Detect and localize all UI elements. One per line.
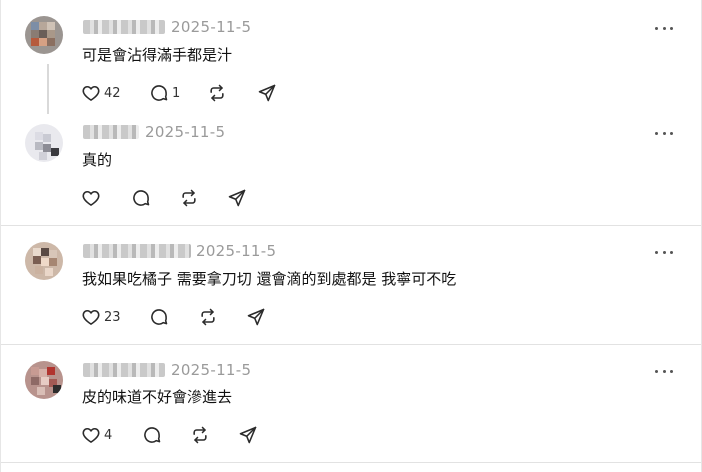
- reply-button[interactable]: [149, 306, 169, 328]
- repost-icon: [182, 189, 196, 207]
- post-text: 真的: [82, 151, 113, 169]
- more-options-button[interactable]: [655, 249, 673, 255]
- avatar[interactable]: [25, 242, 63, 280]
- comment-icon: [144, 427, 161, 443]
- share-button[interactable]: [227, 187, 247, 209]
- post-date: 2025-11-5: [145, 123, 226, 141]
- like-button[interactable]: [81, 187, 104, 209]
- action-bar: 42 1: [81, 82, 281, 104]
- repost-icon: [193, 426, 207, 444]
- username[interactable]: [83, 20, 165, 34]
- repost-button[interactable]: [190, 424, 210, 446]
- reply-thread: 2025-11-5 可是會沾得滿手都是汁 42 1 2025-11-5 真的 2…: [0, 0, 702, 472]
- share-button[interactable]: [257, 82, 277, 104]
- heart-icon: [82, 190, 100, 206]
- username[interactable]: [83, 363, 165, 377]
- avatar[interactable]: [25, 16, 63, 54]
- comment-icon: [151, 309, 168, 325]
- like-button[interactable]: 42: [81, 82, 121, 104]
- repost-icon: [201, 308, 215, 326]
- more-icon: [655, 369, 658, 373]
- reply-button[interactable]: 1: [149, 82, 180, 104]
- reply-post: 2025-11-5 真的: [1, 113, 701, 226]
- action-bar: 23: [81, 306, 281, 328]
- share-button[interactable]: [238, 424, 258, 446]
- avatar[interactable]: [25, 124, 63, 162]
- send-icon: [239, 426, 257, 444]
- post-text: 我如果吃橘子 需要拿刀切 還會滴的到處都是 我寧可不吃: [82, 270, 457, 288]
- send-icon: [228, 189, 246, 207]
- post-date: 2025-11-5: [171, 18, 252, 36]
- repost-button[interactable]: [198, 306, 218, 328]
- more-icon: [655, 131, 658, 135]
- repost-button[interactable]: [207, 82, 227, 104]
- more-options-button[interactable]: [655, 25, 673, 31]
- comment-icon: [133, 190, 150, 206]
- send-icon: [247, 308, 265, 326]
- more-options-button[interactable]: [655, 368, 673, 374]
- post-text: 皮的味道不好會滲進去: [82, 388, 233, 406]
- like-count: 23: [104, 309, 121, 325]
- more-icon: [655, 26, 658, 30]
- reply-post: 2025-11-5 皮的味道不好會滲進去 4: [1, 345, 701, 463]
- heart-icon: [82, 309, 100, 325]
- action-bar: 4: [81, 424, 271, 446]
- send-icon: [258, 84, 276, 102]
- action-bar: [81, 187, 261, 209]
- avatar[interactable]: [25, 361, 63, 399]
- reply-post: 2025-11-5 我如果吃橘子 需要拿刀切 還會滴的到處都是 我寧可不吃 23: [1, 226, 701, 345]
- like-count: 4: [104, 427, 113, 443]
- like-count: 42: [104, 85, 121, 101]
- thread-connector-line: [47, 64, 49, 114]
- heart-icon: [82, 427, 100, 443]
- username[interactable]: [83, 244, 191, 258]
- repost-button[interactable]: [179, 187, 199, 209]
- reply-count: 1: [172, 85, 181, 101]
- more-icon: [655, 250, 658, 254]
- like-button[interactable]: 4: [81, 424, 112, 446]
- like-button[interactable]: 23: [81, 306, 121, 328]
- comment-icon: [151, 85, 168, 101]
- repost-icon: [210, 84, 224, 102]
- reply-button[interactable]: [142, 424, 162, 446]
- reply-post: 2025-11-5 可是會沾得滿手都是汁 42 1: [1, 0, 701, 113]
- post-date: 2025-11-5: [171, 361, 252, 379]
- more-options-button[interactable]: [655, 130, 673, 136]
- username[interactable]: [83, 125, 139, 139]
- post-text: 可是會沾得滿手都是汁: [82, 46, 233, 64]
- heart-icon: [82, 85, 100, 101]
- share-button[interactable]: [246, 306, 266, 328]
- reply-button[interactable]: [131, 187, 151, 209]
- post-date: 2025-11-5: [196, 242, 277, 260]
